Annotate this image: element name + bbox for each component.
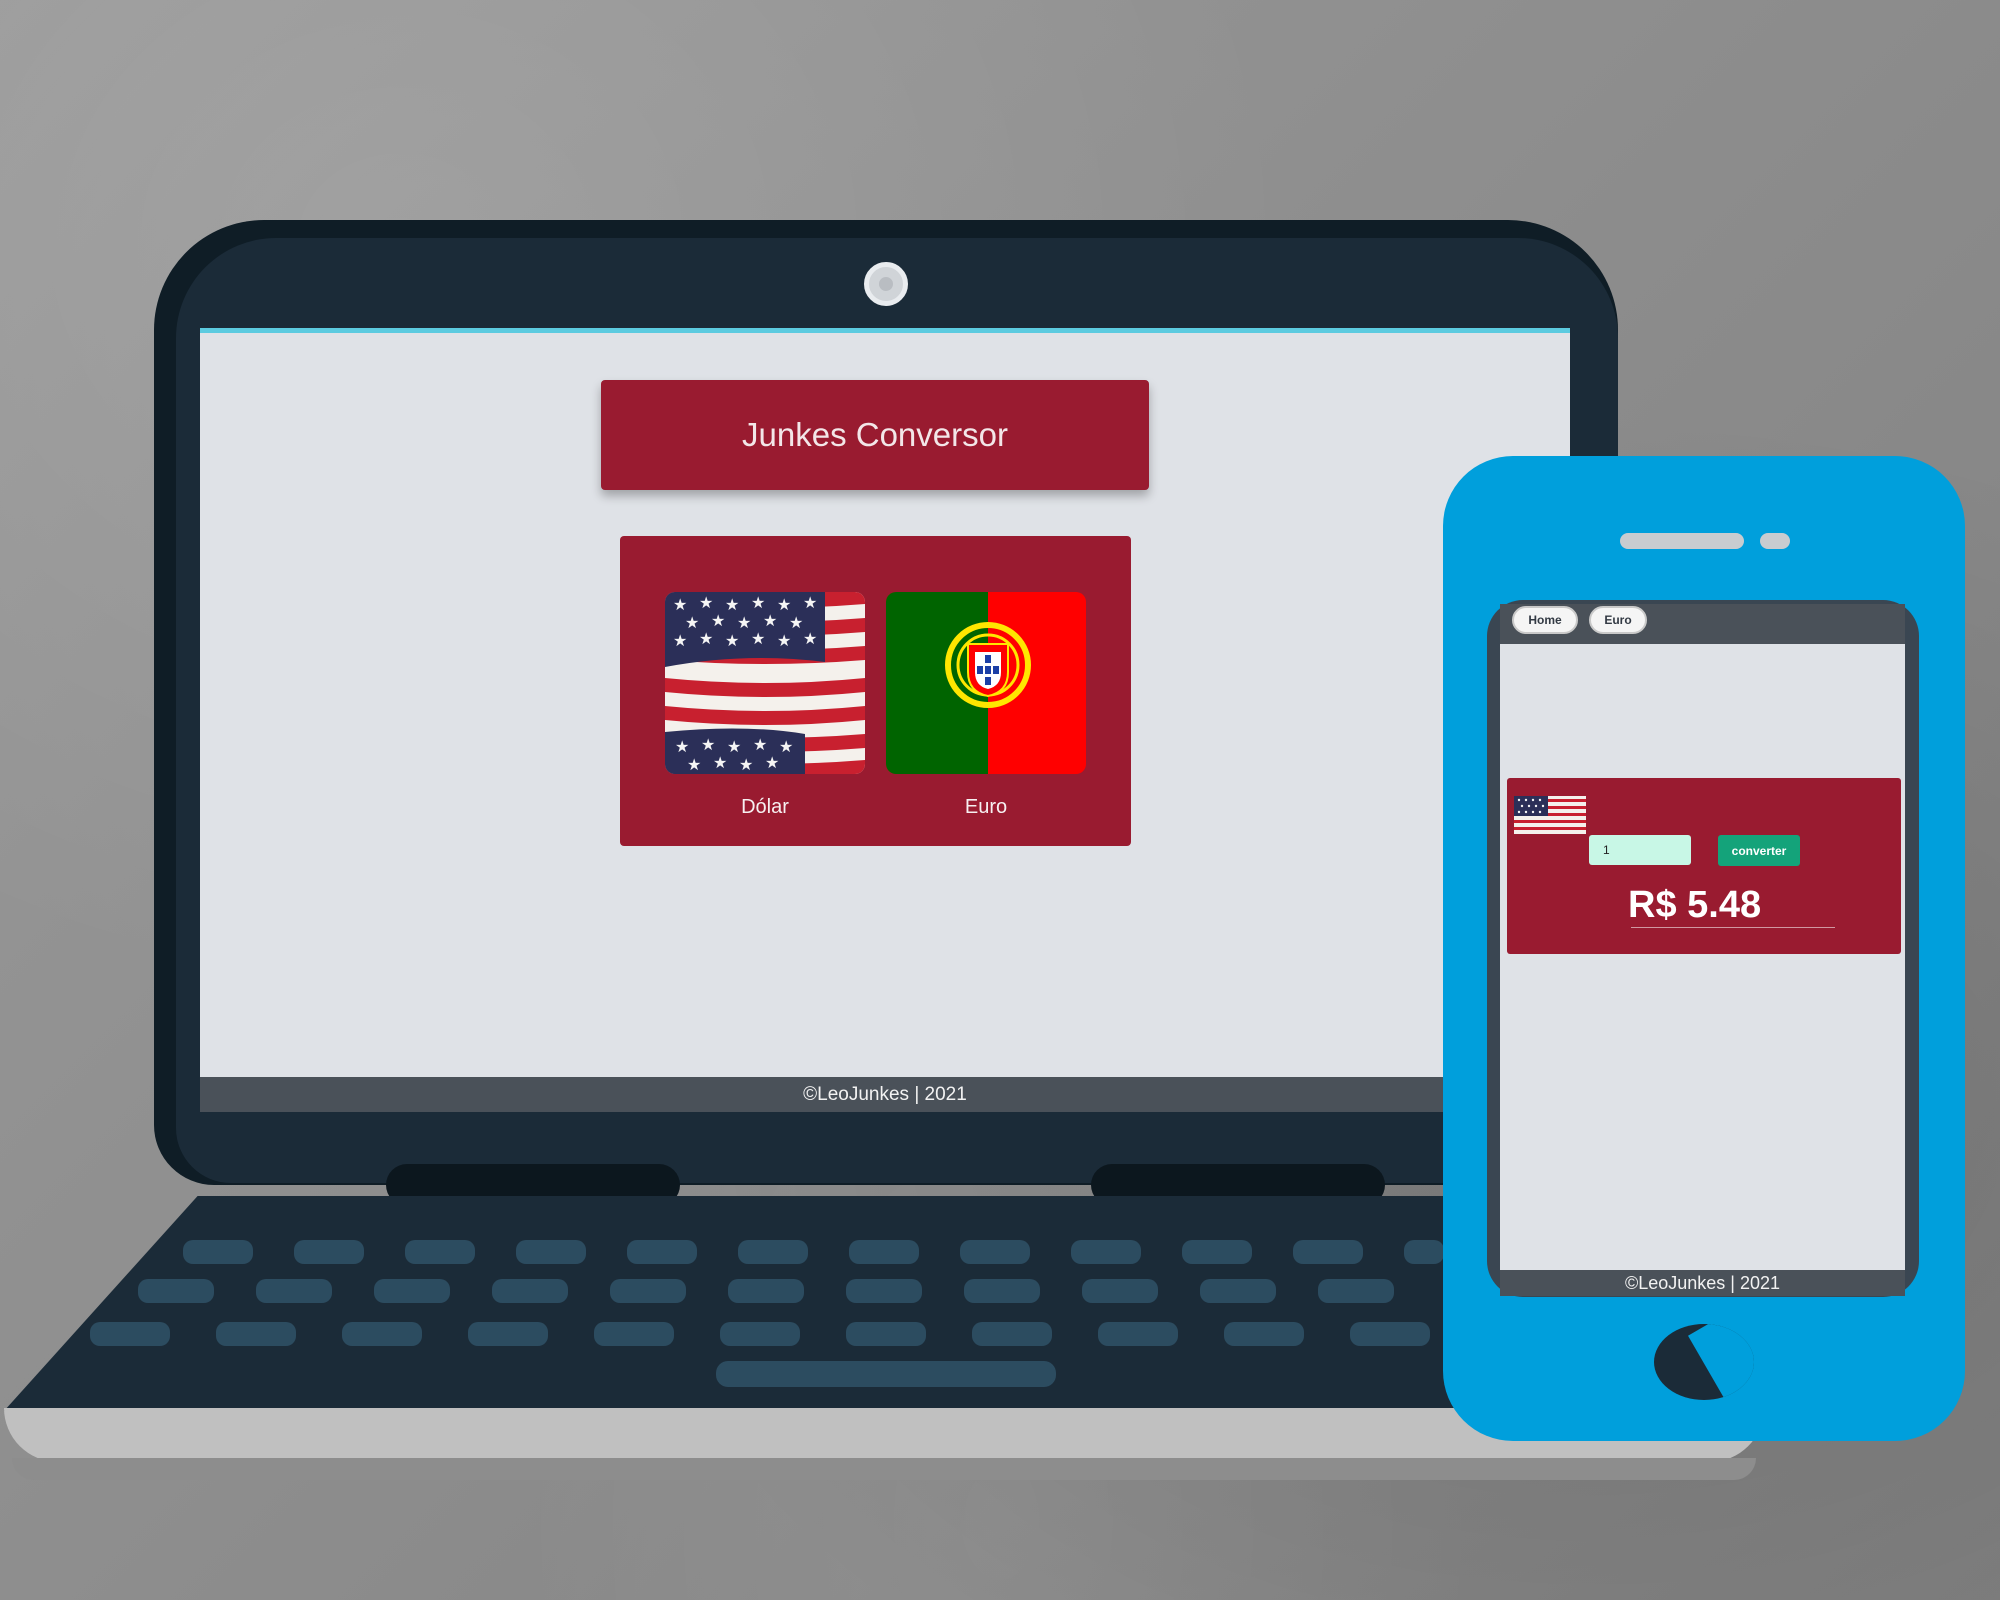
currency-panel: ★ ★ ★ ★ ★ ★ ★ ★ ★ ★ ★ ★ ★ ★ ★ ★ ★ ★ ★ ★ ★ ★ ★ ★ ★ ★ Dólar (620, 536, 1131, 846)
keyboard-key (1293, 1240, 1363, 1264)
nav-home-label: Home (1528, 613, 1562, 627)
keyboard-key (468, 1322, 548, 1346)
svg-text:★: ★ (685, 613, 699, 632)
keyboard-key (138, 1279, 214, 1303)
amount-input[interactable] (1589, 835, 1691, 865)
svg-text:★: ★ (765, 753, 779, 772)
phone-home-button (1654, 1324, 1754, 1400)
keyboard-key (1318, 1279, 1394, 1303)
svg-text:★: ★ (711, 611, 725, 630)
keyboard-key (849, 1240, 919, 1264)
svg-text:★: ★ (777, 631, 791, 650)
converter-card: converter R$ 5.48 (1507, 778, 1901, 954)
euro-card[interactable] (886, 592, 1086, 774)
app-title: Junkes Conversor (742, 416, 1008, 453)
keyboard-key (594, 1322, 674, 1346)
nav-euro-button[interactable]: Euro (1589, 606, 1647, 634)
app-title-banner: Junkes Conversor (601, 380, 1149, 490)
screen-top-border (200, 328, 1570, 333)
keyboard-key (627, 1240, 697, 1264)
svg-text:★: ★ (751, 629, 765, 648)
svg-text:★: ★ (725, 595, 739, 614)
keyboard-key (1404, 1240, 1444, 1264)
phone-screen: Home Euro converter R$ 5.48 (1500, 604, 1905, 1274)
keyboard-key (256, 1279, 332, 1303)
keyboard-key (90, 1322, 170, 1346)
phone-footer-text: ©LeoJunkes | 2021 (1624, 1272, 1781, 1293)
convert-button[interactable]: converter (1718, 835, 1800, 866)
result-underline (1631, 927, 1835, 928)
keyboard-key (738, 1240, 808, 1264)
keyboard-key (972, 1322, 1052, 1346)
svg-text:★: ★ (699, 629, 713, 648)
portugal-flag-icon (886, 592, 1086, 774)
svg-text:★: ★ (777, 595, 791, 614)
keyboard-key (1182, 1240, 1252, 1264)
svg-text:★: ★ (673, 631, 687, 650)
keyboard-key (846, 1279, 922, 1303)
svg-text:★: ★ (803, 593, 817, 612)
keyboard-key (342, 1322, 422, 1346)
keyboard-key (846, 1322, 926, 1346)
phone-footer: ©LeoJunkes | 2021 (1500, 1270, 1905, 1296)
dolar-card[interactable]: ★ ★ ★ ★ ★ ★ ★ ★ ★ ★ ★ ★ ★ ★ ★ ★ ★ ★ ★ ★ ★ ★ ★ ★ ★ ★ (665, 592, 865, 774)
keyboard-key (1071, 1240, 1141, 1264)
svg-text:★: ★ (789, 613, 803, 632)
keyboard-key (516, 1240, 586, 1264)
euro-label: Euro (964, 796, 1008, 818)
webcam-icon (864, 262, 908, 306)
laptop-footer-text: ©LeoJunkes | 2021 (803, 1083, 967, 1105)
laptop-footer: ©LeoJunkes | 2021 (200, 1077, 1570, 1112)
svg-text:★: ★ (687, 755, 701, 774)
keyboard-key (492, 1279, 568, 1303)
keyboard-key (728, 1279, 804, 1303)
keyboard-key (610, 1279, 686, 1303)
svg-text:★: ★ (725, 631, 739, 650)
svg-text:★: ★ (779, 737, 793, 756)
keyboard-key (1224, 1322, 1304, 1346)
keyboard-key (1082, 1279, 1158, 1303)
svg-text:★: ★ (727, 737, 741, 756)
svg-text:★: ★ (699, 593, 713, 612)
phone-navbar: Home Euro (1500, 604, 1905, 644)
keyboard-key (294, 1240, 364, 1264)
svg-text:★: ★ (751, 593, 765, 612)
dolar-label: Dólar (741, 796, 789, 818)
svg-text:★: ★ (753, 735, 767, 754)
phone-sensor (1760, 533, 1790, 549)
keyboard-key (405, 1240, 475, 1264)
keyboard-key (720, 1322, 800, 1346)
svg-text:★: ★ (675, 737, 689, 756)
keyboard-key (216, 1322, 296, 1346)
svg-text:★: ★ (701, 735, 715, 754)
keyboard-spacebar (716, 1361, 1056, 1387)
keyboard-key (960, 1240, 1030, 1264)
keyboard-key (1200, 1279, 1276, 1303)
phone-speaker (1620, 533, 1744, 549)
svg-text:★: ★ (713, 753, 727, 772)
keyboard-key (374, 1279, 450, 1303)
conversion-result: R$ 5.48 (1628, 884, 1762, 926)
svg-text:★: ★ (673, 595, 687, 614)
keyboard-key (964, 1279, 1040, 1303)
usa-flag-icon (1514, 796, 1586, 834)
convert-button-label: converter (1731, 843, 1787, 858)
keyboard-key (1350, 1322, 1430, 1346)
nav-home-button[interactable]: Home (1512, 606, 1578, 634)
svg-text:★: ★ (739, 755, 753, 774)
keyboard-key (1098, 1322, 1178, 1346)
svg-text:★: ★ (763, 611, 777, 630)
usa-flag-icon: ★ ★ ★ ★ ★ ★ ★ ★ ★ ★ ★ ★ ★ ★ ★ ★ ★ ★ ★ ★ ★ ★ ★ ★ ★ ★ (665, 592, 865, 774)
laptop-screen: Junkes Conversor ★ ★ ★ ★ ★ ★ ★ ★ ★ ★ ★ ★… (200, 328, 1570, 1112)
laptop-base-shadow (12, 1458, 1756, 1480)
nav-euro-label: Euro (1604, 613, 1632, 627)
keyboard-key (183, 1240, 253, 1264)
svg-text:★: ★ (803, 629, 817, 648)
svg-text:★: ★ (737, 613, 751, 632)
